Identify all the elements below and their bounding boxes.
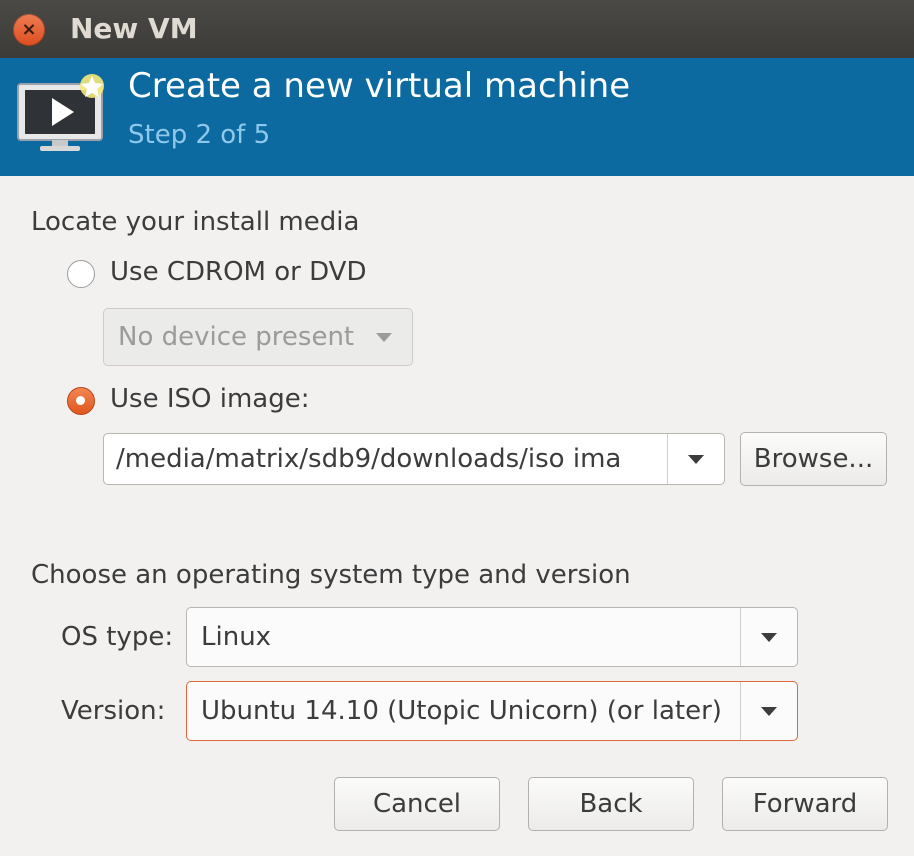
iso-path-combo[interactable]: /media/matrix/sdb9/downloads/iso ima [103, 433, 725, 485]
vm-monitor-icon [17, 74, 104, 151]
cdrom-device-dropdown: No device present [103, 308, 413, 366]
close-icon: × [21, 19, 37, 40]
iso-radio-label[interactable]: Use ISO image: [110, 384, 309, 414]
iso-radio[interactable] [67, 387, 95, 415]
version-label: Version: [61, 696, 166, 726]
os-type-dropdown[interactable]: Linux [186, 607, 798, 667]
cancel-button[interactable]: Cancel [334, 777, 500, 831]
cdrom-radio-label[interactable]: Use CDROM or DVD [110, 257, 366, 287]
chevron-down-icon [688, 454, 704, 464]
os-type-value: Linux [201, 622, 272, 652]
install-media-label: Locate your install media [31, 207, 360, 237]
back-button[interactable]: Back [528, 777, 694, 831]
window-title: New VM [70, 12, 198, 45]
os-type-label: OS type: [61, 622, 174, 652]
forward-button[interactable]: Forward [722, 777, 888, 831]
header-step: Step 2 of 5 [128, 120, 271, 150]
chevron-down-icon [376, 332, 392, 342]
header-title: Create a new virtual machine [128, 66, 631, 106]
version-value: Ubuntu 14.10 (Utopic Unicorn) (or later) [201, 696, 722, 726]
cdrom-radio[interactable] [67, 260, 95, 288]
cdrom-device-value: No device present [118, 322, 355, 352]
chevron-down-icon [761, 706, 777, 716]
os-section-label: Choose an operating system type and vers… [31, 560, 631, 590]
iso-path-input[interactable]: /media/matrix/sdb9/downloads/iso ima [104, 444, 667, 474]
chevron-down-icon [761, 632, 777, 642]
close-window-button[interactable]: × [13, 14, 45, 46]
version-dropdown[interactable]: Ubuntu 14.10 (Utopic Unicorn) (or later) [186, 681, 798, 741]
window-titlebar: × New VM [0, 0, 914, 58]
iso-path-dropdown-toggle[interactable] [667, 434, 724, 484]
browse-button[interactable]: Browse... [740, 432, 887, 486]
